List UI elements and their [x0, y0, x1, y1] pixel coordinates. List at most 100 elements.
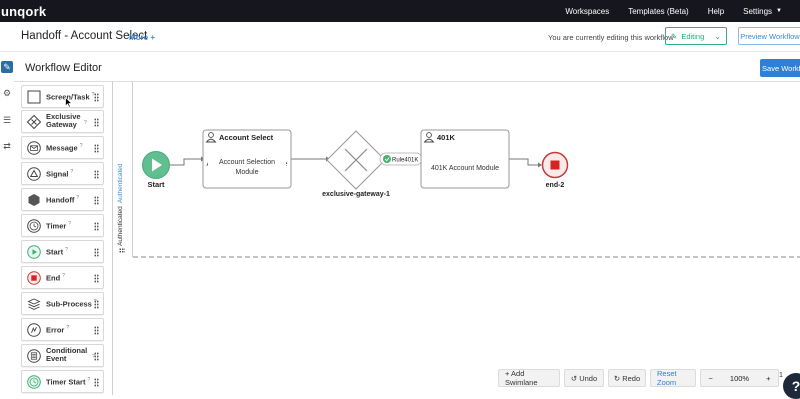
- arrowhead-icon: [538, 162, 542, 168]
- palette-item-conditional-event[interactable]: Conditional Event?: [21, 344, 104, 367]
- gateway-label: exclusive-gateway-1: [322, 191, 390, 198]
- message-icon: [27, 141, 41, 155]
- palette-item-timer[interactable]: Timer?: [21, 214, 104, 237]
- drag-handle-icon[interactable]: [94, 274, 99, 283]
- palette-label: Handoff?: [46, 195, 80, 205]
- top-nav-bar: unqork Workspaces Templates (Beta) Help …: [0, 0, 800, 22]
- palette-item-message[interactable]: Message?: [21, 136, 104, 159]
- left-rail: ✎ ⚙ ☰ ⇄: [0, 52, 14, 395]
- chevron-down-icon: ⌄: [714, 31, 721, 41]
- palette-item-sub-process[interactable]: Sub-Process?: [21, 292, 104, 315]
- mouse-cursor-icon: [65, 97, 73, 108]
- save-workflow-button[interactable]: Save Workflow: [760, 59, 800, 77]
- palette-label: End?: [46, 273, 65, 283]
- palette-label: Signal?: [46, 169, 74, 179]
- palette-item-start[interactable]: Start?: [21, 240, 104, 263]
- nav-templates[interactable]: Templates (Beta): [628, 7, 688, 16]
- drag-handle-icon[interactable]: [94, 300, 99, 309]
- exclusive-gateway[interactable]: [326, 130, 386, 190]
- swimlane-drag-handle-icon[interactable]: [119, 248, 125, 253]
- signal-icon: [27, 167, 41, 181]
- palette-label: Start?: [46, 247, 68, 257]
- connector-task2-end[interactable]: [509, 158, 538, 166]
- swimlane-name: Authenticated: [117, 206, 124, 246]
- edit-icon[interactable]: ✎: [1, 61, 13, 73]
- help-chat-button[interactable]: ?: [783, 373, 800, 399]
- editing-label: Editing: [681, 31, 705, 41]
- error-icon: [27, 323, 41, 337]
- condition-badge[interactable]: [379, 152, 423, 166]
- palette-label: Conditional Event?: [46, 346, 95, 363]
- palette-label: Error?: [46, 325, 70, 335]
- drag-handle-icon[interactable]: [94, 248, 99, 257]
- brand-logo[interactable]: unqork: [1, 4, 46, 19]
- settings-icon[interactable]: ⚙: [1, 87, 13, 99]
- redo-label: Redo: [622, 373, 641, 383]
- palette-item-signal[interactable]: Signal?: [21, 162, 104, 185]
- connector-start-task1[interactable]: [170, 158, 201, 166]
- palette-item-handoff[interactable]: Handoff?: [21, 188, 104, 211]
- sub-process-icon: [27, 298, 41, 310]
- redo-icon: ↻: [613, 373, 621, 383]
- task-401k[interactable]: [420, 129, 510, 189]
- palette-label: Sub-Process?: [46, 299, 97, 309]
- drag-handle-icon[interactable]: [94, 378, 99, 387]
- play-icon: [152, 158, 162, 172]
- palette-label: Timer Start?: [46, 377, 91, 387]
- palette-item-error[interactable]: Error?: [21, 318, 104, 341]
- undo-label: Undo: [579, 373, 598, 383]
- preview-workflow-button[interactable]: Preview Workflow: [738, 27, 800, 45]
- palette-item-screen-task[interactable]: Screen/Task?: [21, 85, 104, 108]
- condition-label: Rule401K: [392, 158, 418, 164]
- drag-handle-icon[interactable]: [94, 144, 99, 153]
- reset-zoom-button[interactable]: Reset Zoom: [650, 369, 696, 387]
- page-number: 1: [779, 372, 783, 379]
- start-event-label: Start: [147, 180, 165, 189]
- timer-icon: [27, 219, 41, 233]
- swimlane-label: Authenticated Authenticated: [117, 163, 124, 246]
- start-icon: [27, 245, 41, 259]
- nav-workspaces[interactable]: Workspaces: [565, 7, 609, 16]
- end-event[interactable]: [541, 151, 569, 179]
- editor-title: Workflow Editor: [25, 62, 102, 74]
- zoom-out-button[interactable]: −: [701, 370, 721, 386]
- nav-help[interactable]: Help: [708, 7, 724, 16]
- palette-item-timer-start[interactable]: Timer Start?: [21, 370, 104, 393]
- add-swimlane-button[interactable]: + Add Swimlane: [498, 369, 560, 387]
- palette-item-end[interactable]: End?: [21, 266, 104, 289]
- caret-down-icon[interactable]: ▼: [776, 8, 782, 14]
- start-event[interactable]: [142, 151, 170, 179]
- check-icon: [383, 155, 391, 163]
- task-401k-title: 401K: [437, 133, 456, 142]
- undo-button[interactable]: ↺ Undo: [564, 369, 604, 387]
- exclusive-gateway-icon: [27, 115, 41, 129]
- drag-handle-icon[interactable]: [94, 222, 99, 231]
- zoom-in-button[interactable]: +: [759, 370, 779, 386]
- screen-task-icon: [27, 90, 41, 104]
- drag-handle-icon[interactable]: [94, 118, 99, 127]
- palette-label: Timer?: [46, 221, 72, 231]
- end-event-label: end-2: [546, 182, 565, 189]
- sliders-icon[interactable]: ☰: [1, 114, 13, 126]
- pencil-icon: ✎: [671, 31, 678, 41]
- palette-item-exclusive-gateway[interactable]: Exclusive Gateway?: [21, 110, 104, 133]
- redo-button[interactable]: ↻ Redo: [608, 369, 646, 387]
- end-icon: [27, 271, 41, 285]
- undo-icon: ↺: [570, 373, 578, 383]
- canvas-toolbar: + Add Swimlane ↺ Undo ↻ Redo Reset Zoom − …: [498, 369, 779, 387]
- drag-handle-icon[interactable]: [94, 93, 99, 102]
- task-account-select-title: Account Select: [219, 133, 274, 142]
- editing-dropdown[interactable]: ✎ Editing ⌄: [665, 27, 727, 45]
- top-nav-links: Workspaces Templates (Beta) Help Setting…: [546, 0, 782, 22]
- task-account-select-body-text: Account Selection Module: [208, 158, 286, 178]
- swap-icon[interactable]: ⇄: [1, 140, 13, 152]
- more-link[interactable]: More +: [129, 33, 155, 42]
- palette-label: Exclusive Gateway?: [46, 112, 87, 129]
- nav-settings[interactable]: Settings: [743, 7, 772, 16]
- drag-handle-icon[interactable]: [94, 352, 99, 361]
- arrowhead-icon: [326, 156, 330, 162]
- drag-handle-icon[interactable]: [94, 326, 99, 335]
- drag-handle-icon[interactable]: [94, 196, 99, 205]
- drag-handle-icon[interactable]: [94, 170, 99, 179]
- stop-icon: [550, 160, 560, 170]
